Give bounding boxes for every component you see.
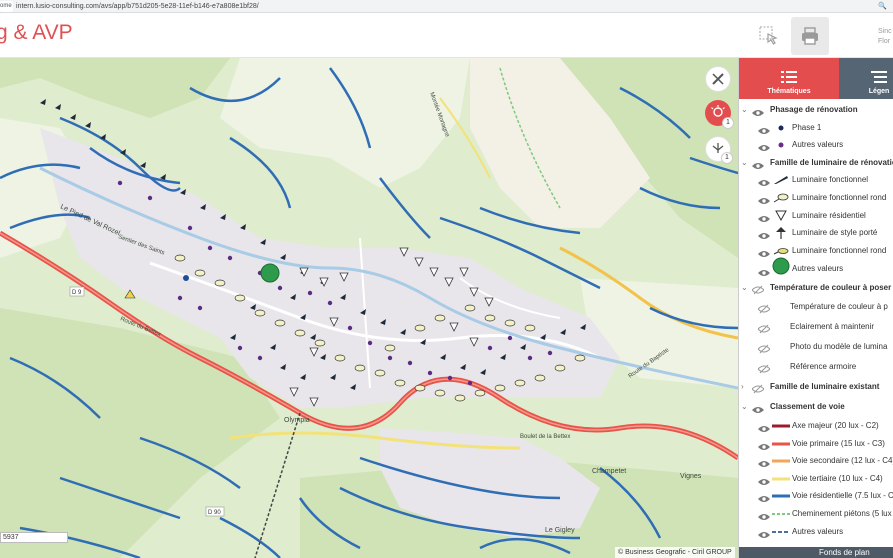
url-text[interactable]: intern.lusio-consulting.com/avs/app/b751…: [16, 0, 259, 13]
map-label: Le Gigley: [545, 527, 575, 534]
legend-item[interactable]: Autres valeurs: [739, 523, 893, 541]
map-attribution[interactable]: © Business Geografic - Ciril GROUP: [615, 547, 735, 558]
legend-item[interactable]: Luminaire résidentiel: [739, 207, 893, 225]
map-label: Vignes: [680, 473, 702, 480]
purple-dot-icon: [772, 139, 790, 151]
legend-item[interactable]: Autres valeurs: [739, 136, 893, 154]
browser-tab-stub[interactable]: ome: [0, 1, 13, 12]
legend-item[interactable]: Luminaire fonctionnel: [739, 171, 893, 189]
alert-layer-button[interactable]: 1: [705, 100, 734, 129]
legend-item[interactable]: Autres valeurs: [739, 257, 893, 279]
lighting-badge: 1: [721, 152, 733, 164]
measure-tool-button[interactable]: [705, 66, 731, 92]
legend-item[interactable]: Voie résidentielle (7.5 lux - C: [739, 487, 893, 505]
group-temperature[interactable]: ⌄ Température de couleur à poser: [739, 279, 893, 297]
select-feature-button[interactable]: [750, 17, 788, 55]
dashed-line-swatch-icon: [772, 526, 790, 538]
legend-item[interactable]: Eclairement à maintenir: [739, 317, 893, 337]
dashed-line-swatch-icon: [772, 508, 790, 520]
thematic-list: ⌄ Phasage de rénovation Phase 1 Autres v…: [739, 101, 893, 540]
legend-item[interactable]: Phase 1: [739, 119, 893, 137]
legend-item[interactable]: Voie primaire (15 lux - C3): [739, 435, 893, 453]
luminaire-functional-icon: [772, 174, 790, 186]
app-title: g & AVP: [0, 21, 73, 44]
luminaire-round2-icon: [772, 245, 790, 257]
tab-thematiques[interactable]: Thématiques: [739, 58, 839, 99]
luminaire-style-icon: [772, 227, 790, 240]
line-swatch-icon: [772, 473, 790, 485]
luminaire-residential-icon: [772, 210, 790, 222]
chevron-down-icon[interactable]: ⌄: [741, 279, 748, 297]
meadow-area: [220, 58, 470, 188]
chevron-down-icon[interactable]: ⌄: [741, 397, 748, 417]
alert-badge: 1: [722, 117, 734, 129]
magnifier-icon[interactable]: 🔍: [878, 0, 887, 13]
basemap-bar[interactable]: Fonds de plan: [739, 547, 893, 558]
coordinates-readout: 5937: [0, 532, 68, 543]
browser-address-bar[interactable]: ome intern.lusio-consulting.com/avs/app/…: [0, 0, 893, 13]
legend-list-icon: [871, 71, 887, 83]
tab-legende[interactable]: Légen: [839, 58, 893, 99]
printer-icon: [802, 27, 818, 45]
group-phasage[interactable]: ⌄ Phasage de rénovation: [739, 101, 893, 119]
group-classement-voie[interactable]: ⌄ Classement de voie: [739, 397, 893, 417]
legend-item[interactable]: Luminaire fonctionnel rond: [739, 189, 893, 207]
line-swatch-icon: [772, 438, 790, 450]
group-famille-existant[interactable]: › Famille de luminaire existant: [739, 377, 893, 397]
list-icon: [781, 71, 797, 83]
header-right-text: Sinc Flor: [878, 28, 892, 45]
map-label: Olympia: [284, 417, 310, 424]
map-label: Boulet de la Bettex: [520, 434, 570, 440]
lighting-layer-button[interactable]: 1: [705, 136, 733, 164]
map-canvas[interactable]: Le Pied de Val Rozel Sentier des Saints …: [0, 58, 738, 558]
line-swatch-icon: [772, 420, 790, 432]
chevron-right-icon[interactable]: ›: [741, 377, 744, 397]
forest-area: [0, 58, 230, 118]
legend-item[interactable]: Voie tertiaire (10 lux - C4): [739, 470, 893, 488]
legend-item[interactable]: Photo du modèle de lumina: [739, 337, 893, 357]
group-famille-renovation[interactable]: ⌄ Famille de luminaire de rénovatio: [739, 154, 893, 172]
legend-item[interactable]: Luminaire de style porté: [739, 224, 893, 242]
thematic-panel: Thématiques Légen ⌄ Phasage de rénovatio…: [738, 58, 893, 558]
line-swatch-icon: [772, 455, 790, 467]
map-view[interactable]: Le Pied de Val Rozel Sentier des Saints …: [0, 58, 738, 558]
green-circle-icon: [772, 257, 790, 275]
chevron-down-icon[interactable]: ⌄: [741, 154, 748, 172]
legend-item[interactable]: Axe majeur (20 lux - C2): [739, 417, 893, 435]
legend-item[interactable]: Voie secondaire (12 lux - C4): [739, 452, 893, 470]
legend-item[interactable]: Luminaire fonctionnel rond: [739, 242, 893, 260]
navy-dot-icon: [772, 122, 790, 134]
map-label: Champetet: [592, 468, 626, 475]
print-button[interactable]: [791, 17, 829, 55]
select-cursor-icon: [759, 26, 778, 45]
legend-item[interactable]: Cheminement piétons (5 lux: [739, 505, 893, 523]
luminaire-round-icon: [772, 192, 790, 204]
legend-item[interactable]: Température de couleur à p: [739, 297, 893, 317]
road-code-label: D 9: [72, 290, 82, 296]
legend-item[interactable]: Référence armoire: [739, 357, 893, 377]
chevron-down-icon[interactable]: ⌄: [741, 101, 748, 119]
ruler-pencil-icon: [712, 73, 724, 85]
app-header: g & AVP Sinc Flor: [0, 13, 893, 58]
road-code-label: D 90: [208, 510, 221, 516]
line-swatch-icon: [772, 490, 790, 502]
eye-icon[interactable]: [758, 528, 770, 546]
